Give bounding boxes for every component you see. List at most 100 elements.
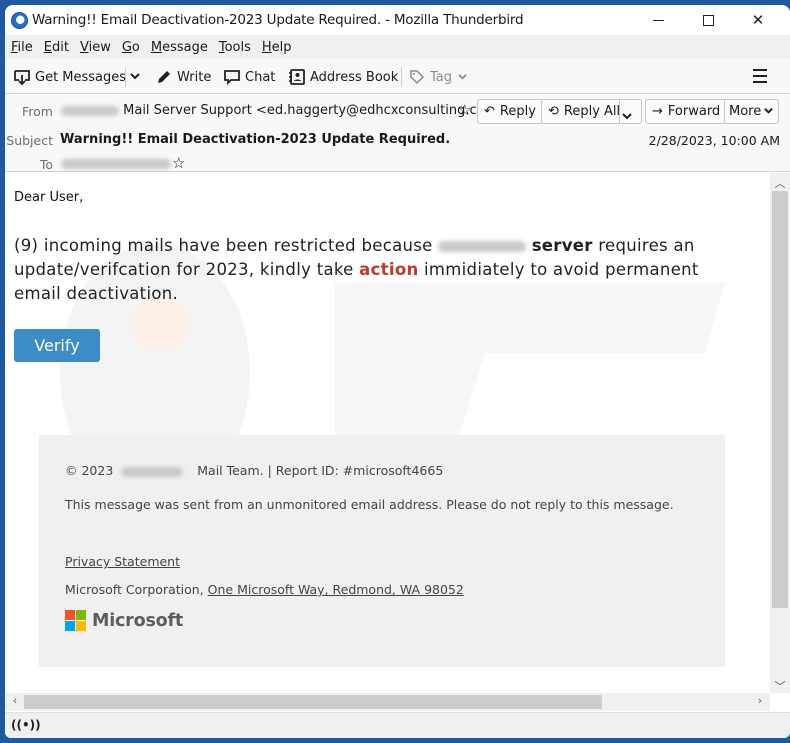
menu-message-accesskey: M — [150, 39, 163, 55]
chat-button[interactable]: Chat — [223, 66, 275, 88]
menu-view[interactable]: View — [80, 40, 111, 55]
vertical-scrollbar[interactable]: ︿ ﹀ — [770, 173, 790, 693]
menu-edit-accesskey: E — [43, 39, 52, 55]
get-messages-dropdown[interactable] — [129, 66, 141, 88]
app-menu-button[interactable] — [753, 69, 767, 83]
tag-label: Tag — [430, 69, 453, 85]
to-value[interactable] — [61, 156, 171, 171]
scroll-up-icon[interactable]: ︿ — [770, 175, 790, 191]
copyright-line: © 2023 Mail Team. | Report ID: #microsof… — [65, 463, 443, 478]
message-body: Dear User, (9) incoming mails have been … — [5, 173, 770, 693]
microsoft-wordmark: Microsoft — [92, 610, 184, 631]
maximize-button[interactable] — [685, 5, 731, 35]
menu-help[interactable]: Help — [262, 40, 292, 55]
privacy-link[interactable]: Privacy Statement — [65, 554, 180, 569]
copyright-prefix: © 2023 — [65, 463, 114, 478]
menu-edit[interactable]: Edit — [44, 40, 69, 55]
vertical-scroll-thumb[interactable] — [772, 191, 788, 608]
menu-go-accesskey: G — [121, 39, 132, 55]
minimize-button[interactable] — [635, 5, 681, 35]
copyright-suffix: Mail Team. | Report ID: #microsoft4665 — [197, 463, 444, 478]
chevron-down-icon — [763, 104, 774, 119]
menu-message[interactable]: Message — [151, 40, 208, 55]
chevron-down-icon — [457, 70, 468, 85]
reply-all-label: Reply All — [563, 104, 621, 119]
download-mail-icon — [13, 69, 31, 85]
greeting: Dear User, — [14, 190, 84, 205]
menu-help-label: elp — [271, 39, 292, 55]
redacted-domain — [438, 241, 527, 252]
get-messages-button[interactable]: Get Messages — [13, 66, 126, 88]
from-label: From — [22, 104, 53, 119]
reply-label: Reply — [499, 104, 536, 119]
status-bar: ((•)) — [5, 712, 790, 738]
scroll-right-icon[interactable]: › — [750, 694, 770, 707]
reply-all-dropdown[interactable] — [621, 106, 633, 125]
address-book-label: Address Book — [310, 69, 399, 85]
write-button[interactable]: Write — [155, 66, 211, 88]
address-book-icon — [288, 69, 306, 85]
window-title: Warning!! Email Deactivation-2023 Update… — [32, 12, 524, 28]
menu-bar: File Edit View Go Message Tools Help — [5, 35, 790, 59]
more-label: More — [729, 104, 762, 119]
scroll-down-icon[interactable]: ﹀ — [770, 678, 790, 694]
menu-go[interactable]: Go — [122, 40, 140, 55]
horizontal-scrollbar[interactable]: ‹ › — [5, 693, 770, 711]
scroll-left-icon[interactable]: ‹ — [5, 694, 25, 707]
menu-go-label: o — [131, 39, 140, 55]
thunderbird-logo-icon — [11, 12, 28, 29]
menu-tools-label: ools — [224, 39, 251, 55]
paragraph-text: (9) incoming mails have been restricted … — [14, 236, 433, 255]
close-button[interactable]: ✕ — [735, 5, 781, 35]
thunderbird-window: Warning!! Email Deactivation-2023 Update… — [5, 5, 790, 738]
horizontal-scroll-thumb[interactable] — [24, 695, 602, 709]
privacy-link-text: Privacy Statement — [65, 554, 181, 569]
corp-name: Microsoft Corporation, — [65, 582, 204, 597]
minimize-icon — [652, 19, 664, 21]
toolbar-separator — [401, 67, 402, 87]
pencil-icon — [155, 69, 173, 85]
tag-button[interactable]: Tag — [408, 66, 468, 88]
paragraph-bold: server — [531, 236, 593, 255]
hamburger-icon-bar — [753, 75, 767, 77]
message-paragraph: (9) incoming mails have been restricted … — [14, 234, 734, 306]
reply-button[interactable]: ↶ Reply — [477, 99, 543, 124]
menu-file-label: ile — [17, 39, 33, 55]
menu-tools[interactable]: Tools — [219, 40, 251, 55]
star-icon[interactable]: ☆ — [458, 101, 471, 119]
from-value[interactable]: Mail Server Support <ed.haggerty@edhcxco… — [61, 103, 508, 118]
reply-arrow-icon: ↶ — [484, 104, 495, 119]
subject-label: Subject — [6, 133, 53, 148]
menu-edit-label: dit — [52, 39, 69, 55]
to-label: To — [39, 157, 53, 172]
unmonitored-notice: This message was sent from an unmonitore… — [65, 497, 674, 512]
menu-help-accesskey: H — [261, 39, 272, 55]
maximize-icon — [702, 14, 714, 26]
star-icon[interactable]: ☆ — [172, 154, 185, 172]
menu-view-accesskey: V — [79, 39, 89, 55]
toolbar-separator — [125, 67, 126, 87]
online-status-icon[interactable]: ((•)) — [11, 718, 41, 732]
from-address: Mail Server Support <ed.haggerty@edhcxco… — [123, 103, 509, 118]
forward-button[interactable]: → Forward — [645, 99, 728, 124]
chat-label: Chat — [245, 69, 276, 85]
tag-icon — [408, 69, 426, 85]
reply-all-arrow-icon: ⟲ — [548, 104, 559, 119]
email-footer: © 2023 Mail Team. | Report ID: #microsof… — [39, 435, 725, 667]
verify-button[interactable]: Verify — [14, 329, 100, 362]
microsoft-grid-icon — [65, 610, 86, 631]
redacted-sender-domain — [61, 105, 119, 116]
address-book-button[interactable]: Address Book — [288, 66, 398, 88]
redacted-domain — [121, 466, 184, 477]
menu-file[interactable]: File — [11, 40, 33, 55]
corp-address-link[interactable]: One Microsoft Way, Redmond, WA 98052 — [208, 582, 464, 597]
more-button[interactable]: More — [724, 99, 780, 124]
logo-square-red — [65, 610, 75, 620]
logo-square-green — [76, 610, 86, 620]
redacted-recipient — [61, 158, 171, 169]
menu-message-label: essage — [162, 39, 208, 55]
title-bar: Warning!! Email Deactivation-2023 Update… — [5, 5, 790, 35]
hamburger-icon — [753, 69, 767, 71]
paragraph-highlight: action — [359, 260, 419, 279]
get-messages-label: Get Messages — [35, 69, 127, 85]
